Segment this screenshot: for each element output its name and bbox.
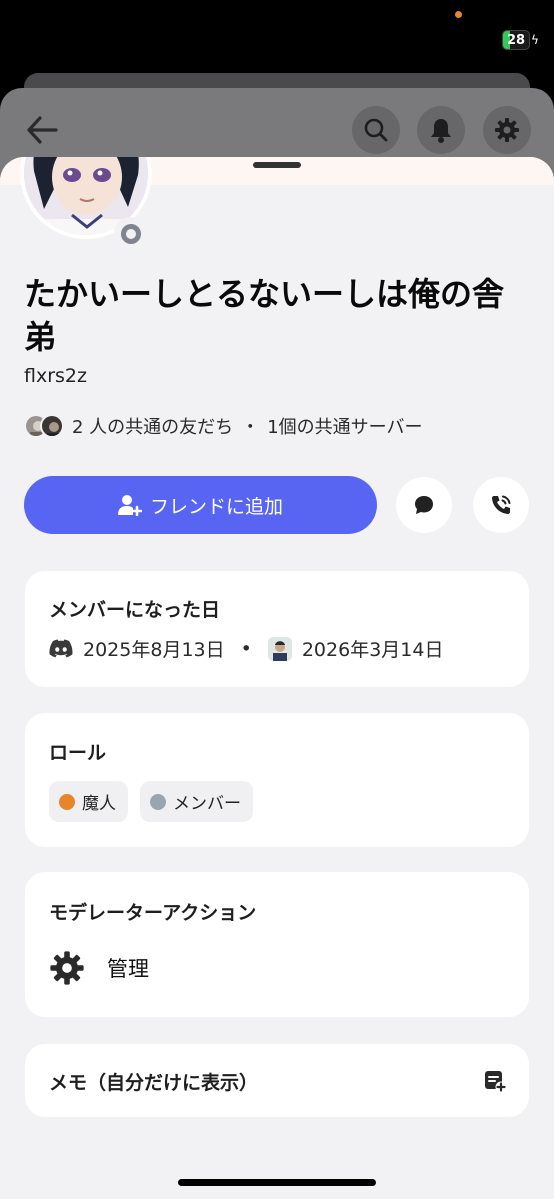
chat-bubble-icon (415, 496, 433, 514)
memo-title: メモ（自分だけに表示） (49, 1072, 259, 1094)
arrow-left-icon (27, 116, 58, 144)
manage-button[interactable]: 管理 (49, 950, 149, 986)
server-join-date: 2026年3月14日 (301, 639, 444, 661)
search-icon (364, 118, 388, 142)
mutual-servers-text: 1個の共通サーバー (267, 417, 423, 438)
mutual-friends-text: 2 人の共通の友だち (72, 417, 234, 438)
discord-join-date: 2025年8月13日 (83, 639, 225, 661)
back-button[interactable] (22, 110, 62, 150)
discord-logo-icon (49, 639, 73, 658)
gear-icon (495, 118, 519, 142)
battery-indicator: 28 ϟ (502, 29, 539, 51)
server-icon (267, 636, 292, 661)
roles-card: ロール 魔人 メンバー (25, 713, 529, 847)
phone-call-icon (492, 495, 511, 514)
moderator-actions-card: モデレーターアクション 管理 (25, 872, 529, 1017)
mutuals-row[interactable]: 2 人の共通の友だち ・ 1個の共通サーバー (24, 412, 422, 440)
role-color-dot (59, 793, 75, 810)
mutuals-separator: ・ (241, 417, 260, 438)
search-button[interactable] (352, 106, 400, 154)
gear-icon (50, 951, 84, 985)
member-since-card: メンバーになった日 2025年8月13日 • 2026年3月14日 (25, 571, 529, 687)
username[interactable]: flxrs2z (24, 365, 87, 387)
member-since-title: メンバーになった日 (49, 599, 221, 621)
display-name: たかいーしとるないーしは俺の舎弟 (24, 275, 505, 356)
settings-button[interactable] (483, 106, 531, 154)
role-label: メンバー (173, 794, 241, 814)
status-ring (121, 224, 141, 244)
call-button[interactable] (473, 477, 529, 533)
memo-card[interactable]: メモ（自分だけに表示） (25, 1044, 529, 1117)
add-note-button[interactable] (483, 1069, 507, 1097)
mutual-friend-avatar (40, 414, 64, 438)
status-bar: 28 ϟ (0, 0, 554, 70)
date-separator: • (240, 637, 252, 660)
notifications-button[interactable] (417, 106, 465, 154)
add-user-icon (117, 495, 142, 516)
add-friend-label: フレンドに追加 (149, 495, 283, 518)
role-chip[interactable]: メンバー (140, 781, 253, 822)
charging-bolt-icon: ϟ (531, 33, 539, 47)
moderator-actions-title: モデレーターアクション (49, 902, 257, 924)
manage-label: 管理 (107, 957, 149, 981)
note-add-icon (485, 1071, 507, 1093)
message-button[interactable] (396, 477, 452, 533)
role-chip[interactable]: 魔人 (49, 781, 128, 822)
role-label: 魔人 (82, 794, 116, 814)
member-dates-row: 2025年8月13日 • 2026年3月14日 (49, 635, 443, 662)
privacy-indicator-dot (455, 11, 462, 18)
bell-icon (431, 119, 451, 143)
battery-level: 28 (506, 32, 526, 48)
sheet-drag-handle[interactable] (253, 162, 301, 168)
role-color-dot (150, 793, 166, 810)
roles-title: ロール (49, 742, 107, 764)
home-indicator[interactable] (178, 1179, 376, 1186)
add-friend-button[interactable]: フレンドに追加 (24, 476, 377, 534)
offline-status-indicator (114, 217, 148, 251)
role-list: 魔人 メンバー (49, 781, 253, 822)
profile-sheet: たかいーしとるないーしは俺の舎弟 flxrs2z 2 人の共通の友だち ・ 1個… (0, 157, 554, 1199)
